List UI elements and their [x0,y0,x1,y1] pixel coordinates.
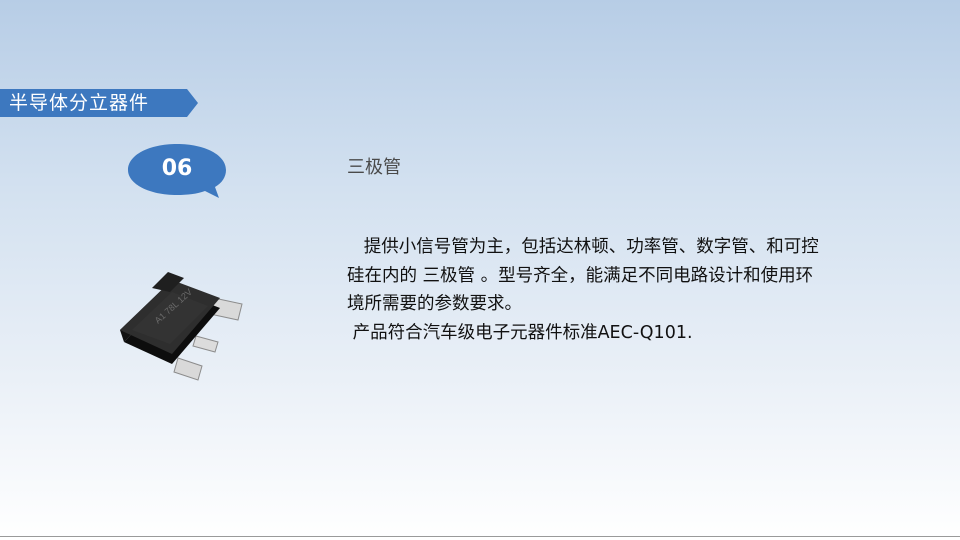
badge-number: 06 [161,156,193,181]
description: 提供小信号管为主，包括达林顿、功率管、数字管、和可控硅在内的 三极管 。型号齐全… [347,233,827,347]
number-badge: 06 [127,143,227,199]
footer-divider [0,536,960,537]
title-ribbon: 半导体分立器件 [0,89,198,117]
transistor-package-icon: A1 78L 12V [120,272,243,381]
transistor-image: A1 78L 12V [110,250,250,390]
description-line: 产品符合汽车级电子元器件标准AEC-Q101. [347,322,693,343]
slide-title: 半导体分立器件 [9,92,150,114]
description-line: 提供小信号管为主，包括达林顿、功率管、数字管、和可控硅在内的 三极管 。型号齐全… [347,237,819,314]
section-heading: 三极管 [347,157,401,178]
